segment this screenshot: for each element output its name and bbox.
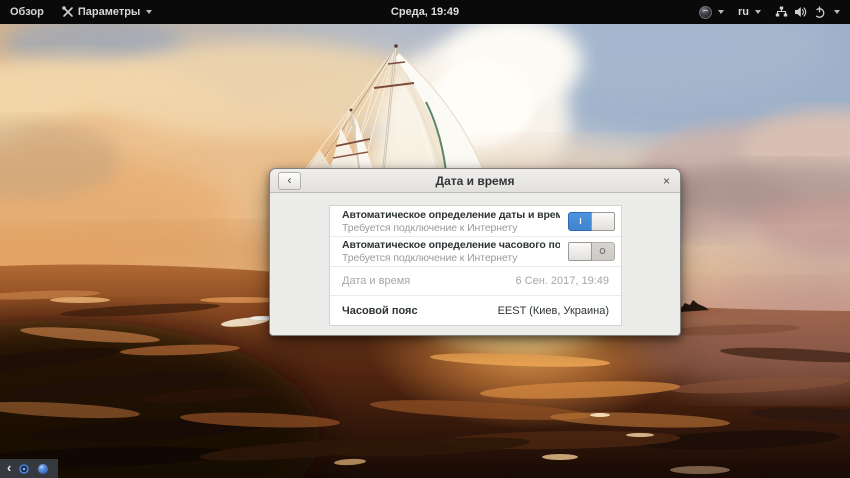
topbar-right: ru: [697, 0, 842, 24]
keyboard-layout-button[interactable]: ru: [736, 0, 763, 24]
row-auto-timezone: Автоматическое определение часового пояс…: [330, 236, 621, 266]
datetime-value: 6 Сен. 2017, 19:49: [515, 275, 609, 287]
close-icon: ×: [662, 173, 670, 188]
timezone-value: EEST (Киев, Украина): [497, 304, 609, 317]
chevron-left-icon[interactable]: ‹: [7, 461, 11, 474]
app-menu-button[interactable]: Параметры: [60, 0, 154, 24]
chevron-down-icon: [146, 10, 153, 14]
row-datetime-value: Дата и время 6 Сен. 2017, 19:49: [330, 266, 621, 295]
desktop: Обзор Параметры Среда, 19:49 ru ‹ Дата и…: [0, 0, 850, 478]
status-indicator-button[interactable]: [697, 0, 726, 24]
bottom-toolbar: ‹: [0, 459, 58, 478]
tools-icon: [62, 6, 74, 18]
activities-label: Обзор: [10, 6, 44, 18]
top-bar: Обзор Параметры Среда, 19:49 ru: [0, 0, 850, 24]
auto-datetime-title: Автоматическое определение даты и времен…: [342, 208, 560, 221]
timezone-label: Часовой пояс: [342, 304, 418, 317]
chevron-down-icon: [834, 10, 840, 14]
close-button[interactable]: ×: [661, 175, 672, 187]
app-menu-label: Параметры: [77, 6, 141, 18]
dialog-title: Дата и время: [435, 173, 515, 188]
keyboard-layout-label: ru: [738, 6, 749, 18]
date-time-dialog: ‹ Дата и время × Автоматическое определе…: [269, 168, 681, 336]
row-auto-datetime: Автоматическое определение даты и времен…: [330, 206, 621, 236]
dialog-body: Автоматическое определение даты и времен…: [270, 193, 680, 335]
network-icon: [775, 6, 788, 18]
globe-icon[interactable]: [37, 463, 49, 475]
volume-icon: [794, 6, 807, 18]
row-timezone-value[interactable]: Часовой пояс EEST (Киев, Украина): [330, 295, 621, 325]
ring-icon[interactable]: [18, 463, 30, 475]
dialog-header: ‹ Дата и время ×: [270, 169, 680, 193]
auto-datetime-toggle[interactable]: I: [568, 211, 615, 231]
power-icon: [813, 5, 826, 19]
back-icon: ‹: [287, 173, 292, 187]
auto-timezone-title: Автоматическое определение часового пояс…: [342, 239, 560, 251]
system-menu-button[interactable]: [773, 0, 842, 24]
clock-button[interactable]: Среда, 19:49: [385, 0, 465, 24]
activities-button[interactable]: Обзор: [8, 0, 46, 24]
back-button[interactable]: ‹: [278, 171, 301, 190]
auto-timezone-toggle[interactable]: O: [568, 242, 615, 261]
clock-label: Среда, 19:49: [390, 6, 460, 18]
auto-timezone-subtitle: Требуется подключение к Интернету: [342, 252, 518, 264]
settings-list: Автоматическое определение даты и времен…: [329, 205, 622, 326]
switch-off-mark: O: [599, 247, 606, 256]
status-indicator-icon: [699, 5, 712, 19]
topbar-left: Обзор Параметры: [8, 0, 154, 24]
switch-knob: [591, 211, 615, 231]
switch-knob: [568, 242, 592, 261]
switch-on-mark: I: [579, 216, 582, 226]
chevron-down-icon: [755, 10, 761, 14]
datetime-label: Дата и время: [342, 275, 411, 287]
auto-datetime-subtitle: Требуется подключение к Интернету: [342, 221, 518, 234]
chevron-down-icon: [718, 10, 724, 14]
